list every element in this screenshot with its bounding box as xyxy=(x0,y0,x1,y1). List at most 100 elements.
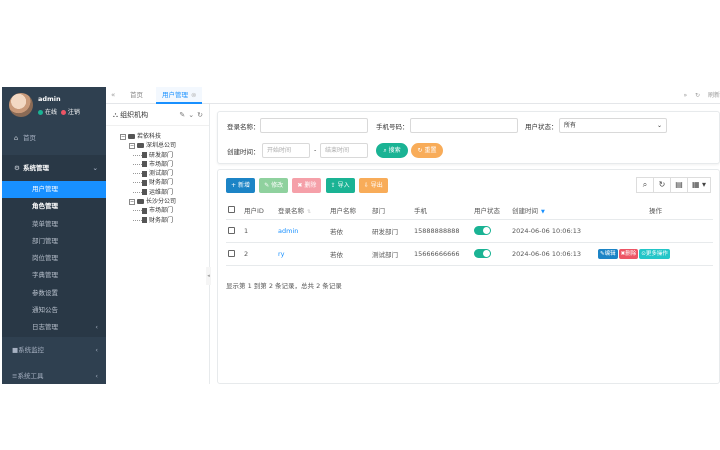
login-name-link[interactable]: ry xyxy=(278,250,285,258)
sort-icon[interactable]: ⇅ xyxy=(307,209,311,215)
sidebar-item-user[interactable]: 用户管理 xyxy=(2,181,106,199)
tree-node-branch[interactable]: − 深圳总公司 xyxy=(120,141,209,150)
edit-button[interactable]: ✎ 修改 xyxy=(259,178,289,193)
cell-actions xyxy=(596,219,713,243)
sidebar-item-menu[interactable]: 菜单管理 xyxy=(2,216,106,233)
refresh-icon[interactable]: ↻ xyxy=(197,111,203,119)
sidebar-item-dept[interactable]: 部门管理 xyxy=(2,233,106,250)
header-label: 创建时间 xyxy=(512,206,538,215)
row-more-button[interactable]: ⊙更多操作 xyxy=(639,248,670,259)
tree-node-leaf[interactable]: 财务部门 xyxy=(120,178,209,187)
login-name-input[interactable] xyxy=(260,118,368,133)
grid-icon: ▦ xyxy=(691,180,700,189)
login-name-link[interactable]: admin xyxy=(278,227,298,235)
sidebar-submenu: 用户管理 角色管理 菜单管理 部门管理 岗位管理 字典管理 参数设置 通知公告 … xyxy=(2,181,106,337)
toggle-view-button[interactable]: ▤ xyxy=(670,177,688,193)
tab-scroll-right-icon[interactable]: » xyxy=(683,92,687,99)
cell-status xyxy=(472,242,510,266)
file-icon xyxy=(142,189,147,196)
file-icon xyxy=(142,207,147,214)
status-select-value: 所有 xyxy=(564,122,577,129)
delete-button[interactable]: ✖ 删除 xyxy=(292,178,322,193)
sidebar-item-notice[interactable]: 通知公告 xyxy=(2,302,106,319)
export-button[interactable]: ⇩ 导出 xyxy=(358,178,388,193)
tree-node-branch[interactable]: − 长沙分公司 xyxy=(120,197,209,206)
user-table-card: + 新增 ✎ 修改 ✖ 删除 ⇪ 导入 ⇩ 导出 ⌕ ↻ ▤ ▦ ▾ 用户ID 登录名… xyxy=(217,169,720,384)
columns-button[interactable]: ▦ ▾ xyxy=(687,177,711,193)
search-button[interactable]: ⌕ 搜索 xyxy=(376,143,408,158)
file-icon xyxy=(142,217,147,224)
status-select[interactable]: 所有 ⌄ xyxy=(559,118,667,133)
chevron-down-icon[interactable]: ⌄ xyxy=(188,111,194,119)
tab-tools: » ↻ 刷新 xyxy=(677,87,720,104)
phone-input[interactable] xyxy=(410,118,518,133)
end-time-input[interactable]: 结束时间 xyxy=(320,143,368,158)
row-delete-button[interactable]: ✖删除 xyxy=(618,248,639,259)
tab-user-management[interactable]: 用户管理 ⊗ xyxy=(156,87,203,104)
status-toggle[interactable] xyxy=(474,249,491,258)
row-edit-button[interactable]: ✎编辑 xyxy=(598,248,618,259)
table-row[interactable]: 2 ry 若依 测试部门 15666666666 2024-06-06 10:0… xyxy=(226,242,713,266)
select-all-cell[interactable] xyxy=(226,201,242,220)
tab-bar: « 首页 用户管理 ⊗ » ↻ 刷新 xyxy=(106,87,720,104)
tree-node-leaf[interactable]: 财务部门 xyxy=(120,216,209,225)
row-select-cell[interactable] xyxy=(226,219,242,243)
sidebar-item-config[interactable]: 参数设置 xyxy=(2,285,106,302)
row-checkbox[interactable] xyxy=(228,227,235,234)
start-time-input[interactable]: 开始时间 xyxy=(262,143,310,158)
sidebar-item-system[interactable]: ⚙ 系统管理 ⌄ xyxy=(2,155,106,181)
logout-link[interactable]: 注销 xyxy=(68,109,80,116)
sidebar-item-home[interactable]: ⌂ 首页 xyxy=(2,127,106,149)
sidebar-item-role[interactable]: 角色管理 xyxy=(2,198,106,215)
panel-collapse-handle[interactable]: ◂ xyxy=(206,267,211,285)
table-row[interactable]: 1 admin 若依 研发部门 15888888888 2024-06-06 1… xyxy=(226,219,713,243)
avatar[interactable] xyxy=(9,93,33,117)
reset-button[interactable]: ↻ 重置 xyxy=(411,143,443,158)
cell-phone: 15666666666 xyxy=(412,242,472,266)
create-time-label: 创建时间： xyxy=(227,148,260,156)
header-create-time[interactable]: 创建时间 ▼ xyxy=(510,201,596,220)
tree-node-label: 财务部门 xyxy=(149,216,174,224)
online-dot-icon xyxy=(38,110,43,115)
search-form: 登录名称： 手机号码： 用户状态： 所有 ⌄ 创建时间： 开始时间 - 结束时间… xyxy=(217,111,720,164)
sidebar-item-tools[interactable]: ≡系统工具 ‹ xyxy=(2,363,106,389)
cell-create-time: 2024-06-06 10:06:13 xyxy=(510,242,596,266)
sidebar-item-monitor[interactable]: ■系统监控 ‹ xyxy=(2,337,106,363)
sidebar-item-log[interactable]: 日志管理 ‹ xyxy=(2,319,106,336)
refresh-label: 刷新 xyxy=(707,92,720,99)
add-button[interactable]: + 新增 xyxy=(226,178,255,193)
search-toggle-button[interactable]: ⌕ xyxy=(636,177,654,193)
collapse-icon[interactable]: − xyxy=(129,198,135,205)
tree-node-leaf[interactable]: 测试部门 xyxy=(120,169,209,178)
refresh-tab-button[interactable]: ↻ 刷新 xyxy=(695,92,720,99)
header-login-name[interactable]: 登录名称 ⇅ xyxy=(276,201,328,220)
edit-icon[interactable]: ✎ xyxy=(179,111,185,119)
refresh-button[interactable]: ↻ xyxy=(653,177,671,193)
close-icon[interactable]: ⊗ xyxy=(191,91,196,99)
sidebar-item-dict[interactable]: 字典管理 xyxy=(2,267,106,284)
header-user-name: 用户名称 xyxy=(328,201,370,220)
tree-node-leaf[interactable]: 市场部门 xyxy=(120,206,209,215)
tree-node-leaf[interactable]: 研发部门 xyxy=(120,151,209,160)
row-select-cell[interactable] xyxy=(226,242,242,266)
list-icon: ▤ xyxy=(675,180,683,189)
tree-node-root[interactable]: − 若依科技 xyxy=(120,132,209,141)
app-window: admin 在线 注销 ⌂ 首页 ⚙ 系统管理 ⌄ 用户管理 角色管理 菜单管理 部… xyxy=(2,87,720,384)
tab-scroll-left-icon[interactable]: « xyxy=(111,91,115,99)
collapse-icon[interactable]: − xyxy=(129,142,135,149)
cell-user-id: 1 xyxy=(242,219,276,243)
header-status: 用户状态 xyxy=(472,201,510,220)
add-button-label: 新增 xyxy=(237,182,250,189)
import-button[interactable]: ⇪ 导入 xyxy=(325,178,355,193)
tab-home[interactable]: 首页 xyxy=(124,87,149,104)
collapse-icon[interactable]: − xyxy=(120,133,126,140)
cell-user-name: 若依 xyxy=(328,219,370,243)
select-all-checkbox[interactable] xyxy=(228,206,235,214)
tree-node-leaf[interactable]: 运维部门 xyxy=(120,188,209,197)
cell-login-name: admin xyxy=(276,219,328,243)
row-checkbox[interactable] xyxy=(228,250,235,257)
tree-node-leaf[interactable]: 市场部门 xyxy=(120,160,209,169)
sidebar-item-post[interactable]: 岗位管理 xyxy=(2,250,106,267)
sort-desc-icon[interactable]: ▼ xyxy=(541,209,545,215)
status-toggle[interactable] xyxy=(474,226,491,235)
